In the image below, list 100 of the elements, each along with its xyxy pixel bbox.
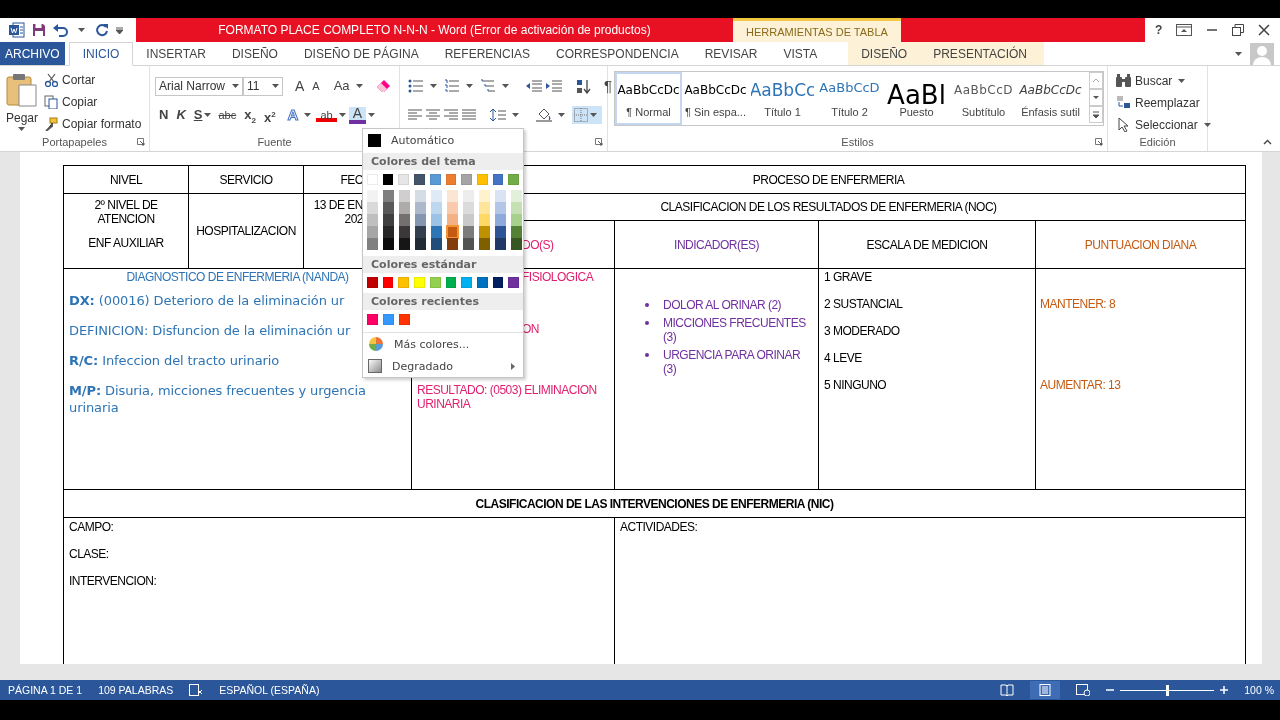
print-layout-icon[interactable] xyxy=(1038,684,1053,696)
color-swatch[interactable] xyxy=(382,174,394,185)
superscript-button[interactable]: x$^{2}$ xyxy=(259,105,280,125)
shrink-font-button[interactable]: A xyxy=(308,76,324,96)
color-swatch[interactable] xyxy=(367,202,378,214)
subscript-button[interactable]: x$_{2}$ xyxy=(240,105,260,125)
clipboard-action[interactable]: Copiar xyxy=(44,93,142,110)
color-swatch[interactable] xyxy=(511,238,522,250)
color-swatch[interactable] xyxy=(463,190,474,202)
color-swatch[interactable] xyxy=(415,214,426,226)
eraser-icon[interactable] xyxy=(375,79,392,93)
color-swatch[interactable] xyxy=(415,190,426,202)
show-marks-button[interactable]: ¶ xyxy=(600,76,617,96)
clipboard-action[interactable]: Copiar formato xyxy=(44,115,142,132)
sort-icon[interactable] xyxy=(576,78,592,94)
undo-icon[interactable] xyxy=(53,23,69,37)
style-option[interactable]: AaBbCcDc ¶ Sin espa... xyxy=(682,72,749,125)
color-swatch[interactable] xyxy=(399,226,410,238)
color-swatch[interactable] xyxy=(399,238,410,250)
ribbon-tab[interactable]: DISEÑO xyxy=(848,42,921,65)
style-option[interactable]: AaBbCcD Subtítulo xyxy=(950,72,1017,125)
ribbon-tab[interactable]: ARCHIVO xyxy=(0,42,65,65)
grow-font-button[interactable]: A xyxy=(291,76,309,96)
color-swatch[interactable] xyxy=(415,202,426,214)
color-swatch[interactable] xyxy=(463,202,474,214)
color-swatch[interactable] xyxy=(431,214,442,226)
color-swatch[interactable] xyxy=(445,174,457,185)
color-swatch[interactable] xyxy=(492,174,504,185)
ribbon-display-icon[interactable] xyxy=(1176,24,1193,36)
line-spacing-icon[interactable] xyxy=(490,108,506,122)
dialog-launcher-icon[interactable] xyxy=(595,138,603,146)
color-swatch[interactable] xyxy=(367,238,378,250)
menu-item[interactable]: Automático xyxy=(363,129,523,151)
style-option[interactable]: AaBbCcDc ¶ Normal xyxy=(615,72,682,125)
underline-button[interactable]: S xyxy=(189,105,203,125)
ribbon-tab[interactable]: DISEÑO xyxy=(218,42,291,65)
caret-icon[interactable] xyxy=(78,28,85,32)
editing-action[interactable]: Buscar xyxy=(1116,72,1207,89)
font-color-button[interactable]: A xyxy=(348,106,366,124)
align-center-icon[interactable] xyxy=(426,109,440,121)
caret-icon[interactable] xyxy=(368,113,375,117)
ribbon-tab[interactable]: INSERTAR xyxy=(133,42,219,65)
color-swatch[interactable] xyxy=(495,214,506,226)
color-swatch[interactable] xyxy=(447,238,458,250)
caret-icon[interactable] xyxy=(1178,78,1186,83)
color-swatch[interactable] xyxy=(398,277,410,288)
color-swatch[interactable] xyxy=(431,226,442,238)
page-count[interactable]: PÁGINA 1 DE 1 xyxy=(8,684,83,696)
increase-indent-icon[interactable] xyxy=(546,79,562,93)
color-swatch[interactable] xyxy=(383,190,394,202)
collapse-ribbon-icon[interactable] xyxy=(1263,139,1272,145)
zoom-in-button[interactable] xyxy=(1220,686,1229,694)
numbered-list-icon[interactable] xyxy=(444,79,460,93)
color-swatch[interactable] xyxy=(508,277,520,288)
color-swatch[interactable] xyxy=(398,174,410,185)
customize-caret-icon[interactable] xyxy=(116,26,123,34)
color-swatch[interactable] xyxy=(461,174,472,185)
color-swatch[interactable] xyxy=(463,226,474,238)
close-icon[interactable] xyxy=(1258,24,1271,36)
ribbon-tab[interactable]: CORRESPONDENCIA xyxy=(543,42,692,65)
ribbon-tab[interactable]: REVISAR xyxy=(691,42,771,65)
caret-icon[interactable] xyxy=(18,127,25,131)
color-swatch[interactable] xyxy=(367,277,378,288)
color-swatch[interactable] xyxy=(461,277,472,288)
color-swatch[interactable] xyxy=(431,238,442,250)
menu-item[interactable]: Más colores... xyxy=(363,333,523,355)
multilevel-list-icon[interactable] xyxy=(480,79,496,93)
color-swatch[interactable] xyxy=(383,314,394,325)
slider-thumb[interactable] xyxy=(1166,684,1170,696)
dialog-launcher-icon[interactable] xyxy=(1095,138,1103,146)
color-swatch[interactable] xyxy=(476,174,488,185)
restore-icon[interactable] xyxy=(1232,24,1245,36)
color-swatch[interactable] xyxy=(415,226,426,238)
help-button[interactable]: ? xyxy=(1155,23,1163,37)
color-swatch[interactable] xyxy=(447,226,458,238)
zoom-level[interactable]: 100 % xyxy=(1244,684,1274,696)
color-swatch[interactable] xyxy=(445,277,457,288)
bullet-list-icon[interactable] xyxy=(408,79,424,93)
ribbon-tab[interactable]: PRESENTACIÓN xyxy=(920,42,1040,65)
color-swatch[interactable] xyxy=(431,190,442,202)
ribbon-tab[interactable]: REFERENCIAS xyxy=(431,42,543,65)
clipboard-action[interactable]: Cortar xyxy=(44,71,142,88)
color-swatch[interactable] xyxy=(383,226,394,238)
font-name-field[interactable]: Arial Narrow xyxy=(155,76,243,96)
style-option[interactable]: AaBbCcD Título 2 xyxy=(816,72,883,125)
color-swatch[interactable] xyxy=(479,202,490,214)
caret-icon[interactable] xyxy=(502,84,509,88)
read-mode-icon[interactable] xyxy=(1000,684,1015,696)
color-swatch[interactable] xyxy=(367,190,378,202)
web-layout-icon[interactable] xyxy=(1076,684,1091,696)
color-swatch[interactable] xyxy=(495,238,506,250)
caret-icon[interactable] xyxy=(1235,51,1242,56)
color-swatch[interactable] xyxy=(463,214,474,226)
ribbon-tab[interactable]: VISTA xyxy=(770,42,831,65)
color-swatch[interactable] xyxy=(447,202,458,214)
caret-icon[interactable] xyxy=(355,84,363,88)
user-avatar-icon[interactable] xyxy=(1250,42,1274,65)
color-swatch[interactable] xyxy=(447,190,458,202)
ribbon-tab[interactable]: DISEÑO DE PÁGINA xyxy=(290,42,432,65)
color-swatch[interactable] xyxy=(429,174,441,185)
